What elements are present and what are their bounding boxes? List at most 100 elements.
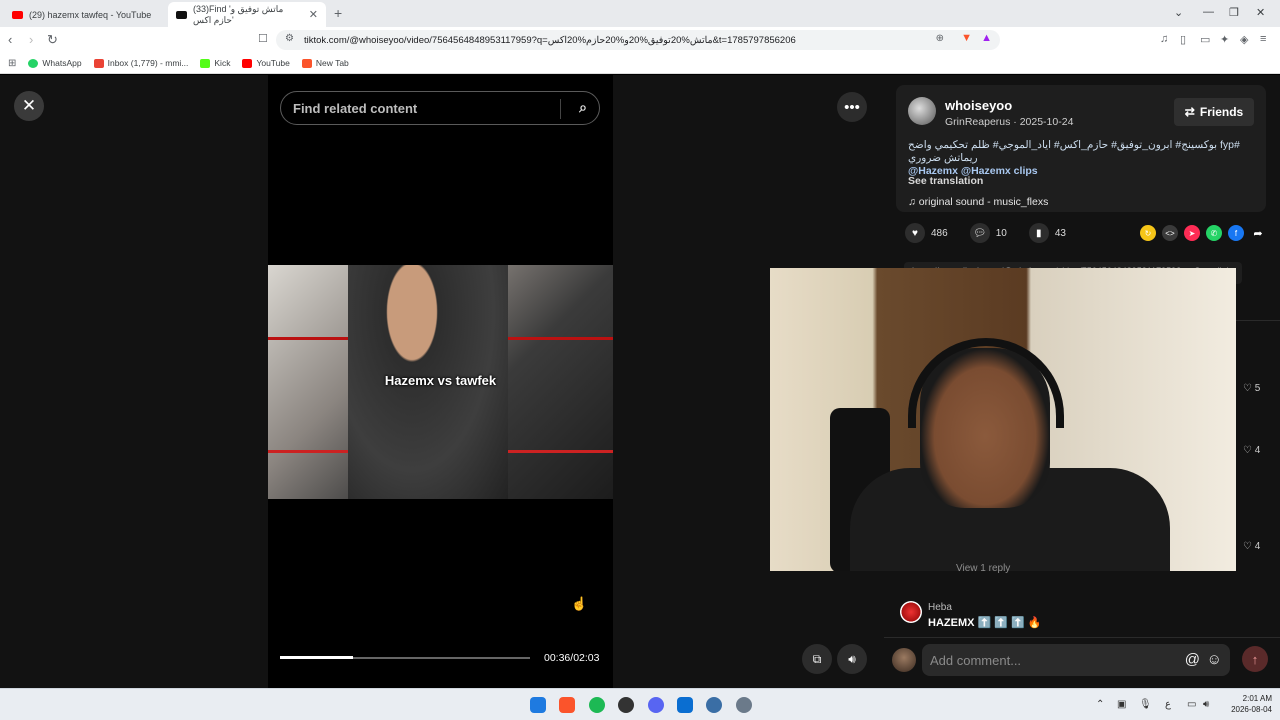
view-reply-link[interactable]: View 1 reply [956, 563, 1010, 574]
emoji-icon[interactable]: ☺ [1207, 651, 1222, 668]
tray-chevron-icon[interactable]: ⌃ [1096, 699, 1104, 710]
discord-icon[interactable] [648, 697, 664, 713]
app-icon[interactable] [618, 697, 634, 713]
repost-icon[interactable]: ↻ [1139, 225, 1156, 241]
video-frame[interactable]: Hazemx vs tawfek [268, 265, 613, 499]
youtube-icon [12, 10, 23, 19]
gmail-icon [93, 58, 104, 68]
close-tab-icon[interactable]: ✕ [309, 8, 318, 21]
spotify-icon[interactable] [589, 697, 605, 713]
mention-icon[interactable]: @ [1185, 651, 1200, 668]
bookmark-gmail[interactable]: Inbox (1,779) - mmi... [93, 58, 188, 68]
volume-tray-icon[interactable]: 🔊︎ [1203, 699, 1209, 710]
clock[interactable]: 2:01 AM 2026-08-04 [1231, 693, 1272, 715]
author-username[interactable]: whoiseyoo [945, 98, 1012, 113]
like-count: 486 [931, 227, 948, 239]
pip-button[interactable]: ⧉ [802, 644, 832, 674]
save-icon[interactable]: ▮ [1028, 223, 1049, 243]
comment-icon[interactable]: 💬︎ [969, 223, 990, 243]
network-icon[interactable]: ▭ [1187, 699, 1196, 710]
time-display: 00:36/02:03 [544, 652, 600, 664]
author-subline: GrinReaperus · 2025-10-24 [945, 116, 1074, 128]
brave-icon [301, 58, 312, 68]
brave-taskbar-icon[interactable] [559, 697, 575, 713]
see-translation-link[interactable]: See translation [908, 175, 983, 187]
like-icon[interactable]: ♥ [905, 223, 925, 243]
more-options-button[interactable]: ••• [837, 92, 867, 122]
friends-button[interactable]: ⇄ Friends [1174, 98, 1254, 126]
close-window-icon[interactable]: ✕ [1256, 6, 1265, 19]
bookmark-youtube[interactable]: YouTube [242, 58, 290, 68]
bookmark-kick[interactable]: Kick [200, 58, 230, 68]
microphone-icon[interactable]: 🎙︎ [1139, 699, 1152, 710]
back-icon[interactable]: ‹ [8, 32, 12, 47]
bookmark-whatsapp[interactable]: WhatsApp [28, 58, 82, 68]
tiktok-video-page: ✕ Find related content ⌕ Hazemx vs tawfe… [0, 75, 1280, 688]
tab-search-icon[interactable]: ⌄ [1174, 6, 1183, 19]
hashtags-line[interactable]: #fyp بوكسينج# ابرون_توفيق# حازم_اكس# ايا… [908, 139, 1258, 165]
bookmark-icon[interactable]: ☐ [258, 32, 268, 45]
comment-count: 10 [995, 227, 1007, 239]
wallet-icon[interactable]: ▭ [1200, 33, 1210, 46]
related-search-input[interactable]: Find related content ⌕ [280, 91, 600, 125]
embed-icon[interactable]: <> [1161, 225, 1178, 241]
menu-icon[interactable]: ≡ [1260, 33, 1266, 45]
input-language[interactable]: ع [1165, 699, 1171, 710]
apps-grid-icon[interactable]: ⊞ [8, 58, 16, 69]
comment-like[interactable]: ♡ 4 [1243, 541, 1260, 552]
comment-like[interactable]: ♡ 4 [1243, 445, 1260, 456]
volume-button[interactable]: 🔊︎ [837, 644, 867, 674]
search-divider [560, 99, 561, 119]
bookmark-new-tab[interactable]: New Tab [301, 58, 349, 68]
comment-text: HAZEMX ⬆️ ⬆️ ⬆️ 🔥 [928, 617, 1042, 629]
tab-youtube[interactable]: (29) hazemx tawfeq - YouTube [4, 2, 164, 27]
search-icon[interactable]: ⌕ [579, 99, 587, 116]
post-comment-button[interactable]: ↑ [1242, 646, 1268, 672]
reload-icon[interactable]: ↻ [47, 32, 58, 48]
url-text: tiktok.com/@whoiseyoo/video/756456484895… [304, 34, 796, 46]
heart-icon: ♡ [1243, 383, 1252, 394]
start-icon[interactable] [530, 697, 546, 713]
restore-icon[interactable]: ❐ [1229, 6, 1239, 19]
whatsapp-share-icon[interactable]: ✆ [1205, 225, 1222, 241]
leo-icon[interactable]: ✦ [1220, 33, 1229, 46]
my-avatar [892, 648, 916, 672]
sound-link[interactable]: ♫ original sound - music_flexs [908, 196, 1048, 208]
close-video-button[interactable]: ✕ [14, 91, 44, 121]
commenter-name[interactable]: Heba [928, 602, 952, 613]
clock-time: 2:01 AM [1242, 694, 1272, 703]
tiktok-icon [176, 10, 187, 19]
author-avatar[interactable] [908, 97, 936, 125]
address-bar[interactable]: ⚙ tiktok.com/@whoiseyoo/video/7564564848… [276, 30, 1000, 50]
zoom-icon[interactable]: ⊕ [936, 33, 944, 44]
vpn-icon[interactable]: ◈ [1240, 33, 1248, 46]
youtube-icon [242, 58, 253, 68]
share-icon[interactable]: ➦ [1250, 225, 1266, 241]
new-tab-button[interactable]: + [334, 5, 342, 21]
sidebar-icon[interactable]: ▯ [1180, 33, 1186, 46]
heart-icon: ♡ [1243, 445, 1252, 456]
settings-icon[interactable] [736, 697, 752, 713]
app-icon[interactable] [677, 697, 693, 713]
comment-bar: Add comment... @ ☺ ↑ [884, 637, 1280, 683]
media-icon[interactable]: ♫ [1160, 33, 1168, 45]
tray-app-icon[interactable]: ▣ [1117, 699, 1126, 710]
steam-icon[interactable] [706, 697, 722, 713]
forward-icon[interactable]: › [29, 32, 33, 47]
minimize-icon[interactable]: — [1203, 6, 1214, 18]
site-info-icon[interactable]: ⚙ [285, 33, 294, 44]
comment-like[interactable]: ♡ 5 [1243, 383, 1260, 394]
commenter-avatar[interactable] [900, 601, 922, 623]
kick-icon [200, 58, 211, 68]
clock-date: 2026-08-04 [1231, 705, 1272, 714]
tab-tiktok[interactable]: (33)Find 'ماتش توفيق و حازم اكس' ✕ [168, 2, 326, 27]
brave-shields-icon[interactable]: ▼ [961, 32, 972, 44]
heart-icon: ♡ [1243, 541, 1252, 552]
facebook-share-icon[interactable]: f [1227, 225, 1244, 241]
send-to-friends-icon[interactable]: ➤ [1183, 225, 1200, 241]
add-comment-input[interactable]: Add comment... @ ☺ [922, 644, 1230, 676]
browser-tab-bar: (29) hazemx tawfeq - YouTube (33)Find 'م… [0, 0, 1280, 27]
brave-rewards-icon[interactable]: ▲ [981, 32, 992, 44]
video-description: #fyp بوكسينج# ابرون_توفيق# حازم_اكس# ايا… [908, 139, 1258, 178]
video-player[interactable]: Find related content ⌕ Hazemx vs tawfek … [268, 75, 613, 688]
